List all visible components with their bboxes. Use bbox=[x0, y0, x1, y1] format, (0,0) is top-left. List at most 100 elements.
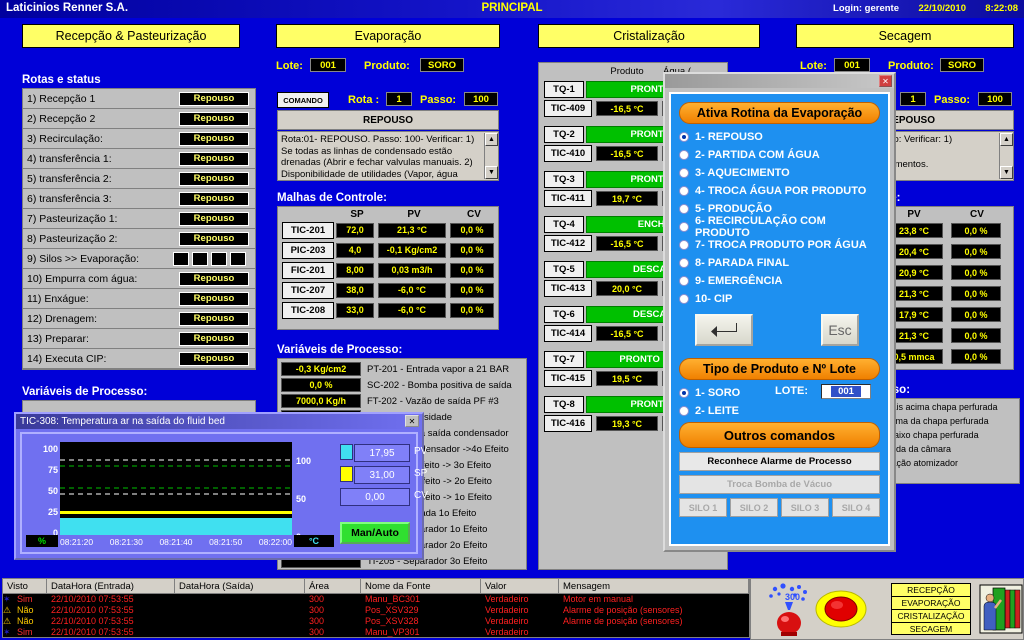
tank-tic-tag[interactable]: TIC-413 bbox=[544, 280, 592, 297]
screens-person-icon[interactable] bbox=[979, 584, 1023, 634]
tank-tic-tag[interactable]: TIC-410 bbox=[544, 145, 592, 162]
evaporacao-step-scrollbar[interactable]: ▲ ▼ bbox=[484, 133, 498, 179]
close-icon[interactable]: ✕ bbox=[879, 75, 892, 87]
scroll-down-icon[interactable]: ▼ bbox=[485, 166, 498, 179]
evaporation-routine-dialog[interactable]: ✕ Ativa Rotina da Evaporação 1- REPOUSO 2… bbox=[663, 72, 896, 552]
screen-nav-links[interactable]: RECEPÇÃO EVAPORAÇÃO CRISTALIZAÇÃO SECAGE… bbox=[891, 583, 971, 635]
routine-option[interactable]: 9- EMERGÊNCIA bbox=[679, 272, 880, 290]
secagem-step-scrollbar[interactable]: ▲ ▼ bbox=[999, 133, 1013, 179]
radio-icon[interactable] bbox=[679, 132, 689, 142]
radio-icon[interactable] bbox=[679, 186, 689, 196]
trend-window[interactable]: TIC-308: Temperatura ar na saída do flui… bbox=[14, 412, 428, 560]
tank-name[interactable]: TQ-4 bbox=[544, 216, 584, 233]
tank-tic-tag[interactable]: TIC-409 bbox=[544, 100, 592, 117]
radio-icon[interactable] bbox=[679, 168, 689, 178]
close-icon[interactable]: ✕ bbox=[405, 415, 419, 427]
silo-button: SILO 1 bbox=[679, 498, 727, 517]
loop-tag-button[interactable]: TIC-208 bbox=[282, 301, 334, 319]
tank-name[interactable]: TQ-6 bbox=[544, 306, 584, 323]
dialog-header-product: Tipo de Produto e Nº Lote bbox=[679, 358, 880, 380]
silo-indicator bbox=[230, 251, 246, 266]
evaporacao-comando-button[interactable]: COMANDO bbox=[277, 92, 329, 108]
radio-icon[interactable] bbox=[679, 222, 689, 232]
tank-name[interactable]: TQ-3 bbox=[544, 171, 584, 188]
time-tick: 08:22:00 bbox=[258, 537, 292, 547]
nav-button-secagem[interactable]: Secagem bbox=[796, 24, 1014, 48]
radio-icon[interactable] bbox=[679, 204, 689, 214]
man-auto-button[interactable]: Man/Auto bbox=[340, 522, 410, 544]
other-commands-group[interactable]: Reconhece Alarme de Processo Troca Bomba … bbox=[679, 452, 880, 494]
product-option[interactable]: 1- SORO bbox=[679, 384, 740, 402]
trend-unit-right: °C bbox=[294, 535, 334, 547]
routine-option-label: 3- AQUECIMENTO bbox=[695, 167, 790, 179]
scroll-down-icon[interactable]: ▼ bbox=[1000, 166, 1013, 179]
enter-key-icon[interactable] bbox=[695, 314, 753, 346]
radio-icon[interactable] bbox=[679, 276, 689, 286]
radio-icon[interactable] bbox=[679, 240, 689, 250]
routine-option[interactable]: 3- AQUECIMENTO bbox=[679, 164, 880, 182]
scroll-up-icon[interactable]: ▲ bbox=[1000, 133, 1013, 146]
dialog-header-routine: Ativa Rotina da Evaporação bbox=[679, 102, 880, 124]
alarm-mensagem: Alarme de posição (sensores) bbox=[563, 616, 683, 626]
routine-option[interactable]: 10- CIP bbox=[679, 290, 880, 308]
lote-input[interactable]: 001 bbox=[821, 384, 871, 399]
radio-icon[interactable] bbox=[679, 406, 689, 416]
esc-key-button[interactable]: Esc bbox=[821, 314, 859, 346]
process-var-desc: otação atomizador bbox=[884, 458, 959, 468]
nav-link-secagem[interactable]: SECAGEM bbox=[891, 622, 971, 635]
radio-icon[interactable] bbox=[679, 150, 689, 160]
silo-indicator-group bbox=[173, 251, 249, 266]
tank-name[interactable]: TQ-1 bbox=[544, 81, 584, 98]
alarm-table[interactable]: Visto DataHora (Entrada) DataHora (Saída… bbox=[2, 578, 750, 638]
time-tick: 08:21:50 bbox=[209, 537, 243, 547]
routine-option[interactable]: 6- RECIRCULAÇÃO COM PRODUTO bbox=[679, 215, 880, 239]
tank-name[interactable]: TQ-2 bbox=[544, 126, 584, 143]
routine-radio-group[interactable]: 1- REPOUSO 2- PARTIDA COM ÁGUA 3- AQUECIME… bbox=[679, 128, 880, 308]
route-status: Repouso bbox=[179, 231, 249, 246]
routine-option[interactable]: 7- TROCA PRODUTO POR ÁGUA bbox=[679, 236, 880, 254]
emergency-stop-icon[interactable] bbox=[811, 589, 871, 629]
product-option[interactable]: 2- LEITE bbox=[679, 402, 740, 420]
product-radio-group[interactable]: 1- SORO 2- LEITE bbox=[679, 384, 740, 420]
table-row[interactable]: ✶ Sim 22/10/2010 07:53:55 300 Manu_VP301 Verd… bbox=[3, 627, 749, 638]
routine-option[interactable]: 2- PARTIDA COM ÁGUA bbox=[679, 146, 880, 164]
table-row[interactable]: ⚠ Não 22/10/2010 07:53:55 300 Pos_XSV329 Verd… bbox=[3, 605, 749, 616]
table-row[interactable]: ✶ Sim 22/10/2010 07:53:55 300 Manu_BC301 Verd… bbox=[3, 594, 749, 605]
tank-tic-tag[interactable]: TIC-416 bbox=[544, 415, 592, 432]
tank-tic-tag[interactable]: TIC-411 bbox=[544, 190, 592, 207]
warning-triangle-icon: ⚠ bbox=[3, 605, 12, 615]
radio-icon[interactable] bbox=[679, 258, 689, 268]
loop-tag-button[interactable]: PIC-203 bbox=[282, 241, 334, 259]
nav-button-cristalizacao[interactable]: Cristalização bbox=[538, 24, 760, 48]
sp-color-swatch bbox=[340, 466, 353, 482]
alarm-horn-icon[interactable]: 300 bbox=[761, 583, 817, 637]
control-loop-row: 21,3 °C 0,0 % bbox=[881, 283, 1013, 304]
tank-tic-tag[interactable]: TIC-412 bbox=[544, 235, 592, 252]
table-row[interactable]: ⚠ Não 22/10/2010 07:53:55 300 Pos_XSV328 Verd… bbox=[3, 616, 749, 627]
loop-sp-value: 72,0 bbox=[336, 222, 374, 238]
nav-button-evaporacao[interactable]: Evaporação bbox=[276, 24, 500, 48]
silo-buttons-group[interactable]: SILO 1 SILO 2 SILO 3 SILO 4 bbox=[679, 498, 880, 517]
tank-tic-tag[interactable]: TIC-415 bbox=[544, 370, 592, 387]
secagem-produto-label: Produto: bbox=[888, 60, 934, 72]
radio-icon[interactable] bbox=[679, 388, 689, 398]
routine-option[interactable]: 4- TROCA ÁGUA POR PRODUTO bbox=[679, 182, 880, 200]
loop-tag-button[interactable]: TIC-207 bbox=[282, 281, 334, 299]
loop-tag-button[interactable]: FIC-201 bbox=[282, 261, 334, 279]
nav-link-recepcao[interactable]: RECEPÇÃO bbox=[891, 583, 971, 596]
tank-tic-tag[interactable]: TIC-414 bbox=[544, 325, 592, 342]
nav-link-cristalizacao[interactable]: CRISTALIZAÇÃO bbox=[891, 609, 971, 622]
route-status: Repouso bbox=[179, 351, 249, 366]
loop-tag-button[interactable]: TIC-201 bbox=[282, 221, 334, 239]
routine-option[interactable]: 8- PARADA FINAL bbox=[679, 254, 880, 272]
alarm-area: 300 bbox=[309, 616, 325, 626]
nav-link-evaporacao[interactable]: EVAPORAÇÃO bbox=[891, 596, 971, 609]
scroll-up-icon[interactable]: ▲ bbox=[485, 133, 498, 146]
routine-option[interactable]: 1- REPOUSO bbox=[679, 128, 880, 146]
radio-icon[interactable] bbox=[679, 294, 689, 304]
command-button[interactable]: Reconhece Alarme de Processo bbox=[679, 452, 880, 471]
nav-button-recepcao[interactable]: Recepção & Pasteurização bbox=[22, 24, 240, 48]
tank-name[interactable]: TQ-5 bbox=[544, 261, 584, 278]
tank-name[interactable]: TQ-7 bbox=[544, 351, 584, 368]
tank-name[interactable]: TQ-8 bbox=[544, 396, 584, 413]
